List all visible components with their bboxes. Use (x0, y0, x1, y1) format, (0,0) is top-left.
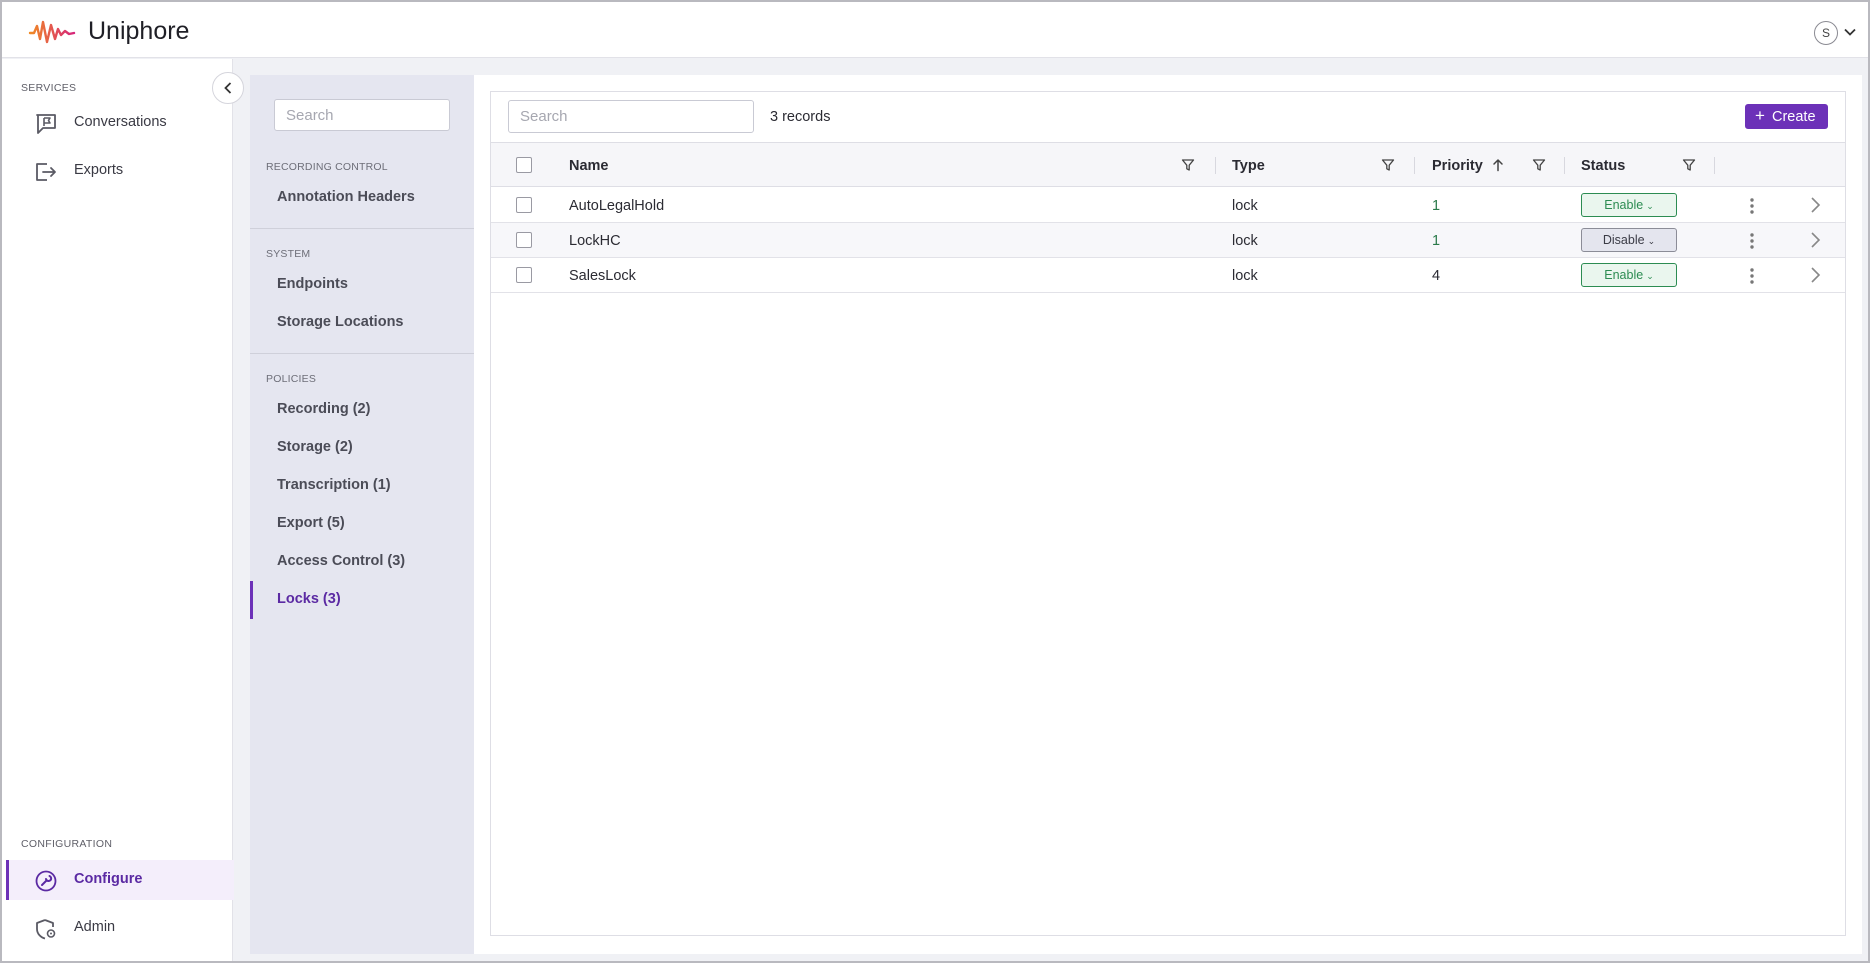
status-label: Enable (1604, 198, 1644, 212)
more-options-icon[interactable] (1749, 197, 1755, 215)
status-label: Enable (1604, 268, 1644, 282)
cell-name: AutoLegalHold (569, 198, 665, 214)
cell-name: LockHC (569, 233, 621, 249)
subnav-item-storage-locations[interactable]: Storage Locations (250, 306, 474, 340)
divider (250, 228, 474, 229)
table-row[interactable]: AutoLegalHold lock 1 Enable ⌄ (491, 188, 1845, 223)
shield-gear-icon (36, 919, 56, 940)
nav-item-configure[interactable]: Configure (6, 860, 234, 900)
subnav-item-transcription[interactable]: Transcription (1) (250, 469, 474, 503)
subnav-item-access-control[interactable]: Access Control (3) (250, 545, 474, 579)
cell-type: lock (1232, 198, 1258, 214)
uniphore-logo-icon (28, 20, 76, 44)
subnav-item-label: Endpoints (277, 276, 348, 292)
column-separator[interactable] (1564, 157, 1565, 174)
subnav-item-label: Transcription (1) (277, 477, 391, 493)
chat-flag-icon (36, 114, 56, 134)
chevron-left-icon (224, 82, 232, 94)
sub-section-label: POLICIES (266, 373, 317, 385)
filter-icon[interactable] (1381, 158, 1395, 172)
more-options-icon[interactable] (1749, 267, 1755, 285)
chevron-right-icon[interactable] (1809, 196, 1821, 214)
more-options-icon[interactable] (1749, 232, 1755, 250)
sub-section-label: SYSTEM (266, 248, 311, 260)
cell-priority: 4 (1432, 268, 1441, 284)
status-dropdown[interactable]: Disable ⌄ (1581, 228, 1677, 252)
filter-icon[interactable] (1532, 158, 1546, 172)
subnav-item-label: Locks (3) (277, 591, 341, 607)
status-dropdown[interactable]: Enable ⌄ (1581, 263, 1677, 287)
nav-item-label: Configure (74, 871, 143, 887)
nav-item-admin[interactable]: Admin (6, 908, 234, 948)
status-dropdown[interactable]: Enable ⌄ (1581, 193, 1677, 217)
chevron-down-icon[interactable] (1842, 24, 1858, 40)
subnav-item-label: Storage (2) (277, 439, 353, 455)
nav-item-conversations[interactable]: Conversations (6, 103, 234, 143)
filter-icon[interactable] (1682, 158, 1696, 172)
top-header: Uniphore S (2, 2, 1868, 58)
section-label-configuration: CONFIGURATION (21, 838, 113, 850)
table-header: Name Type Priority Status (491, 142, 1845, 187)
column-header-priority[interactable]: Priority (1432, 158, 1483, 174)
subnav-item-annotation-headers[interactable]: Annotation Headers (250, 181, 474, 215)
left-navigation: SERVICES Conversations Exports CONFIGURA… (2, 59, 234, 961)
cell-type: lock (1232, 233, 1258, 249)
subnav-item-export[interactable]: Export (5) (250, 507, 474, 541)
sort-ascending-icon[interactable] (1492, 158, 1504, 172)
subnav-item-label: Export (5) (277, 515, 345, 531)
column-separator[interactable] (1215, 157, 1216, 174)
plus-icon: + (1755, 106, 1765, 125)
cell-priority: 1 (1432, 233, 1441, 249)
column-header-name[interactable]: Name (569, 158, 609, 174)
subnav-item-endpoints[interactable]: Endpoints (250, 268, 474, 302)
column-separator[interactable] (1714, 157, 1715, 174)
chevron-right-icon[interactable] (1809, 231, 1821, 249)
create-button[interactable]: + Create (1745, 104, 1828, 129)
subnav-item-locks[interactable]: Locks (3) (250, 581, 474, 619)
table-row[interactable]: SalesLock lock 4 Enable ⌄ (491, 258, 1845, 293)
column-header-type[interactable]: Type (1232, 158, 1265, 174)
brand-name: Uniphore (88, 17, 190, 45)
subnav-search-input[interactable] (274, 99, 450, 131)
status-label: Disable (1602, 233, 1645, 247)
chevron-down-icon: ⌄ (1646, 201, 1654, 211)
table-row[interactable]: LockHC lock 1 Disable ⌄ (491, 223, 1845, 258)
subnav-item-label: Storage Locations (277, 314, 404, 330)
chevron-down-icon: ⌄ (1646, 271, 1654, 281)
row-checkbox[interactable] (516, 267, 532, 283)
row-checkbox[interactable] (516, 232, 532, 248)
nav-item-exports[interactable]: Exports (6, 151, 234, 191)
cell-name: SalesLock (569, 268, 636, 284)
column-header-status[interactable]: Status (1581, 158, 1625, 174)
subnav-item-recording[interactable]: Recording (2) (250, 393, 474, 427)
nav-item-label: Exports (74, 162, 124, 178)
nav-item-label: Admin (74, 919, 116, 935)
section-label-services: SERVICES (21, 82, 77, 94)
nav-item-label: Conversations (74, 114, 167, 130)
column-separator[interactable] (1414, 157, 1415, 174)
subnav-item-label: Recording (2) (277, 401, 371, 417)
locks-table-card: 3 records + Create Name Type Priority (490, 91, 1846, 936)
filter-icon[interactable] (1181, 158, 1195, 172)
records-count: 3 records (770, 109, 831, 125)
collapse-sidebar-button[interactable] (212, 72, 244, 104)
table-search-input[interactable] (508, 100, 754, 133)
subnav-item-label: Access Control (3) (277, 553, 406, 569)
row-checkbox[interactable] (516, 197, 532, 213)
cell-priority: 1 (1432, 198, 1441, 214)
main-content: 3 records + Create Name Type Priority (474, 75, 1862, 954)
subnav-item-storage[interactable]: Storage (2) (250, 431, 474, 465)
subnav-item-label: Annotation Headers (277, 189, 415, 205)
chevron-right-icon[interactable] (1809, 266, 1821, 284)
sub-section-label: RECORDING CONTROL (266, 161, 388, 173)
user-avatar[interactable]: S (1814, 21, 1838, 45)
configure-subnav: RECORDING CONTROL Annotation Headers SYS… (250, 75, 474, 954)
export-icon (36, 163, 56, 181)
divider (250, 353, 474, 354)
select-all-checkbox[interactable] (516, 157, 532, 173)
cell-type: lock (1232, 268, 1258, 284)
create-button-label: Create (1772, 109, 1816, 125)
chevron-down-icon: ⌄ (1647, 236, 1656, 246)
wrench-icon (35, 870, 57, 892)
